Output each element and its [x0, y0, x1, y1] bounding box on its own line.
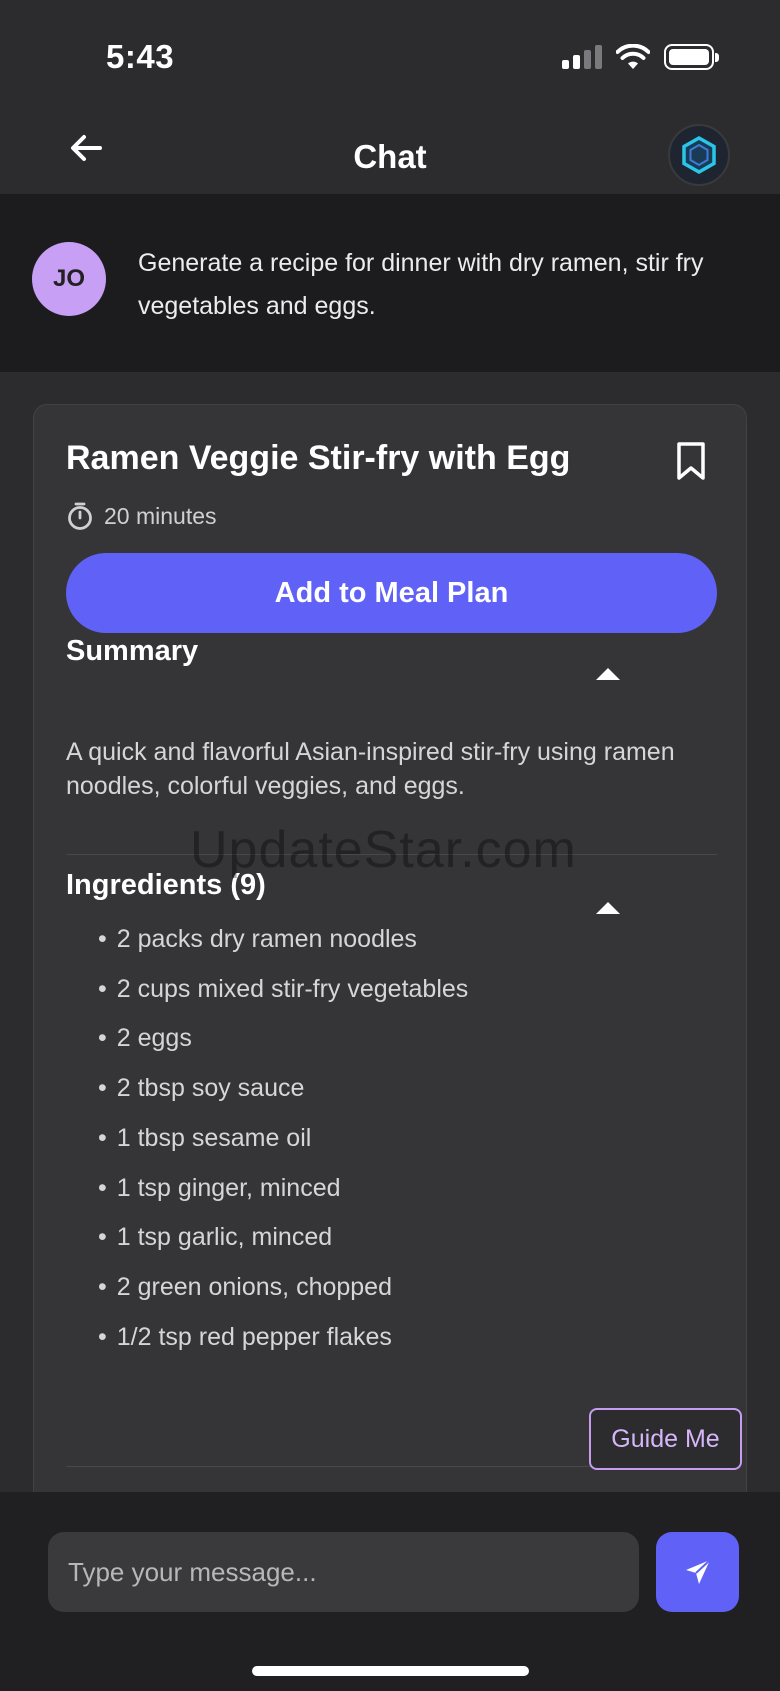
ingredient-item: 2 eggs: [98, 1014, 468, 1064]
home-indicator: [252, 1666, 529, 1676]
page-title: Chat: [353, 138, 427, 175]
add-to-meal-plan-button[interactable]: Add to Meal Plan: [66, 553, 717, 633]
hexagon-icon: [682, 135, 716, 175]
ai-assistant-avatar[interactable]: [668, 124, 730, 186]
summary-collapse-icon[interactable]: [596, 668, 620, 680]
status-bar: 5:43: [0, 0, 780, 110]
ingredient-item: 2 tbsp soy sauce: [98, 1064, 468, 1114]
summary-text: A quick and flavorful Asian-inspired sti…: [66, 738, 675, 800]
recipe-time: 20 minutes: [66, 501, 217, 531]
cellular-signal-icon: [562, 45, 602, 69]
recipe-time-label: 20 minutes: [104, 502, 217, 529]
bookmark-button[interactable]: [674, 441, 708, 481]
status-time: 5:43: [106, 38, 175, 75]
summary-heading: Summary: [66, 635, 199, 667]
ingredient-list: 2 packs dry ramen noodles 2 cups mixed s…: [98, 915, 469, 1363]
wifi-icon: [616, 44, 650, 69]
message-input[interactable]: [48, 1532, 639, 1612]
ingredient-item: 1 tsp garlic, minced: [98, 1213, 468, 1263]
user-avatar: JO: [32, 242, 106, 316]
recipe-title: Ramen Veggie Stir-fry with Egg: [66, 439, 571, 477]
ingredient-item: 1/2 tsp red pepper flakes: [98, 1313, 468, 1363]
battery-icon: [664, 44, 719, 70]
paper-plane-icon: [685, 1559, 711, 1584]
stopwatch-icon: [68, 502, 92, 530]
ingredients-collapse-icon[interactable]: [596, 902, 620, 914]
guide-me-button[interactable]: Guide Me: [589, 1408, 742, 1470]
watermark: UpdateStar.com: [190, 821, 577, 879]
ingredient-item: 2 packs dry ramen noodles: [98, 915, 468, 965]
message-composer: [0, 1492, 780, 1691]
ingredient-item: 1 tsp ginger, minced: [98, 1164, 468, 1214]
send-button[interactable]: [656, 1532, 739, 1612]
recipe-card: Ramen Veggie Stir-fry with Egg 20 minute…: [33, 404, 747, 1504]
ingredient-item: 2 cups mixed stir-fry vegetables: [98, 965, 469, 1015]
bookmark-icon: [677, 442, 705, 480]
user-message-text: Generate a recipe for dinner with dry ra…: [138, 249, 704, 320]
user-message: JO Generate a recipe for dinner with dry…: [0, 194, 780, 372]
nav-bar: Chat: [0, 110, 780, 194]
ingredient-item: 2 green onions, chopped: [98, 1263, 468, 1313]
ingredient-item: 1 tbsp sesame oil: [98, 1114, 468, 1164]
status-icons: [562, 44, 719, 70]
